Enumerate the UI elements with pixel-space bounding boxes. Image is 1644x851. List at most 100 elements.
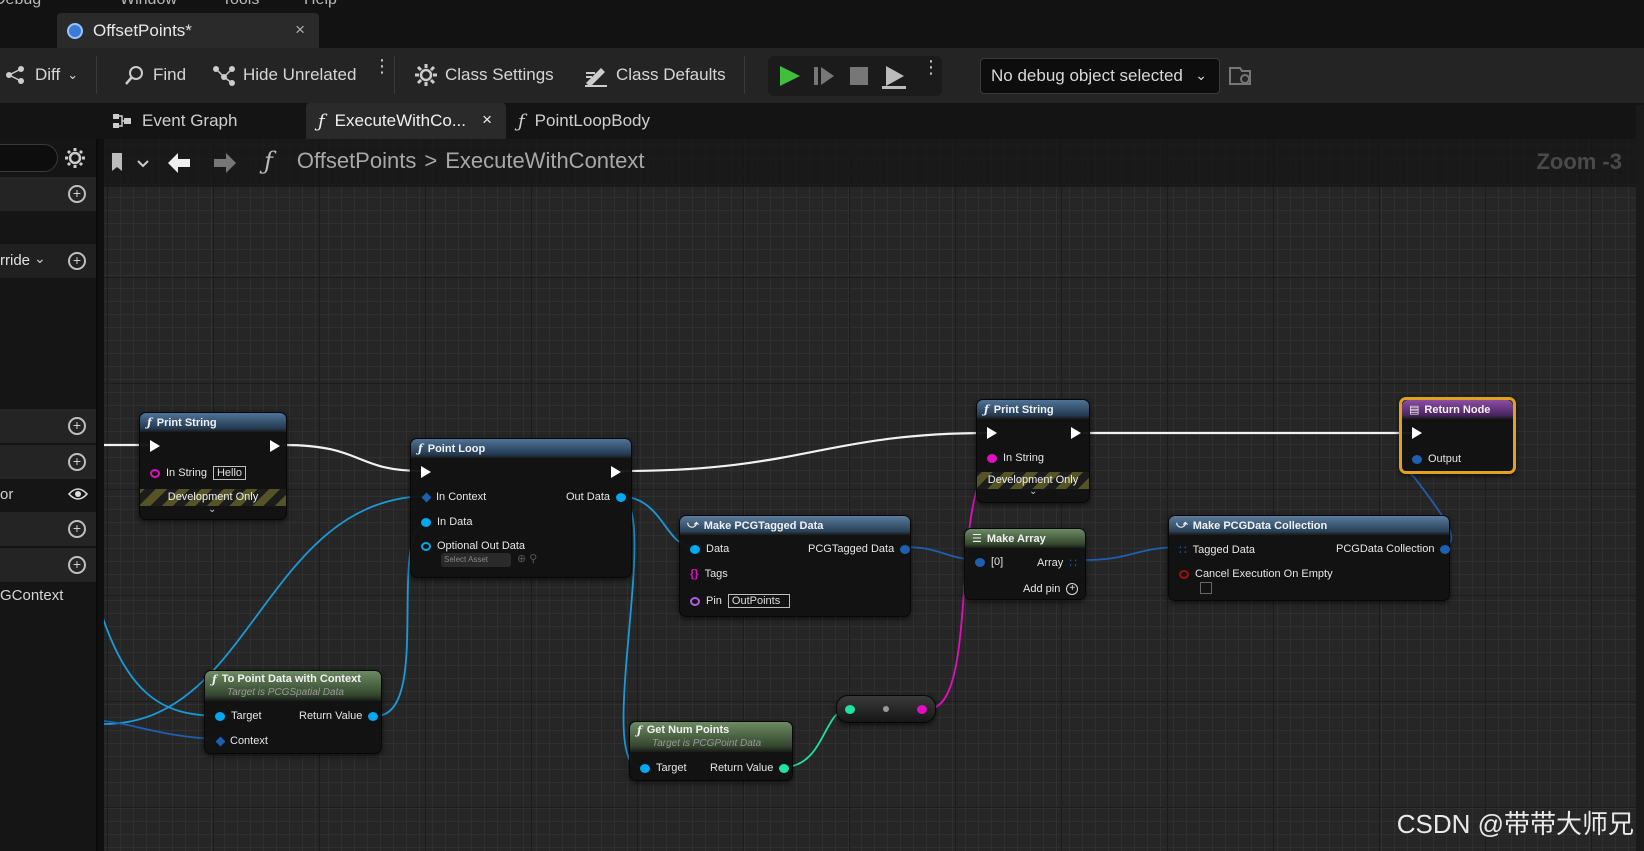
local-variable-label[interactable]: GContext	[0, 587, 63, 604]
asset-action-icons[interactable]: ⊕ ⚲	[517, 552, 537, 565]
chevron-down-icon[interactable]: ⌄	[208, 504, 216, 515]
select-asset-dropdown[interactable]: Select Asset	[441, 553, 511, 567]
section-local-variables[interactable]: +	[0, 548, 96, 582]
graph-canvas[interactable]: ƒ OffsetPoints > ExecuteWithContext Zoom…	[104, 139, 1636, 851]
tagged-data-pin[interactable]: ∷ Tagged Data	[1179, 543, 1255, 557]
cancel-execution-pin[interactable]: Cancel Execution On Empty	[1179, 568, 1333, 580]
gear-icon[interactable]	[64, 147, 86, 169]
in-string-pin[interactable]: In String	[987, 452, 1044, 464]
output-pin[interactable]: Output	[1412, 453, 1461, 465]
add-icon[interactable]: +	[68, 185, 86, 203]
exec-in-pin[interactable]	[987, 427, 997, 439]
step-icon[interactable]	[812, 64, 836, 88]
tab-execute-with-context[interactable]: ƒ ExecuteWithCo... ×	[306, 103, 506, 139]
toolbar-divider	[96, 56, 97, 94]
section-variables[interactable]: +	[0, 445, 96, 479]
section-macros[interactable]: +	[0, 409, 96, 443]
section-functions[interactable]: rride ⌄ +	[0, 244, 96, 278]
node-make-array[interactable]: ☰ Make Array [0] Array ∷ Add pin +	[964, 528, 1086, 600]
debug-filter-icon[interactable]	[1228, 64, 1254, 88]
pin-label: [0]	[991, 556, 1004, 568]
in-string-pin[interactable]: In String Hello	[150, 466, 247, 480]
more-options-icon[interactable]: ⋮	[373, 57, 391, 75]
exec-in-pin[interactable]	[421, 466, 431, 478]
return-value-pin[interactable]: Return Value	[299, 710, 379, 722]
target-pin[interactable]: Target	[215, 710, 262, 722]
find-button[interactable]: Find	[124, 60, 186, 90]
panel-search-input[interactable]	[0, 144, 58, 172]
class-settings-button[interactable]: Class Settings	[414, 60, 554, 90]
debug-object-select[interactable]: No debug object selected ⌄	[980, 58, 1220, 94]
in-data-pin[interactable]: In Data	[421, 516, 472, 528]
menu-window[interactable]: Window	[120, 0, 177, 9]
simulate-icon[interactable]	[880, 62, 908, 90]
exec-in-pin[interactable]	[1412, 427, 1422, 439]
tab-event-graph[interactable]: Event Graph	[100, 103, 300, 139]
add-pin-button[interactable]: Add pin +	[1023, 583, 1079, 595]
variable-row[interactable]: or	[0, 480, 96, 510]
data-pin[interactable]: Data	[690, 543, 729, 555]
add-icon[interactable]: +	[68, 520, 86, 538]
menu-debug[interactable]: Debug	[0, 0, 41, 9]
add-icon[interactable]: +	[68, 453, 86, 471]
return-value-pin[interactable]: Return Value	[710, 762, 790, 774]
node-make-pcg-tagged-data[interactable]: ⤻ Make PCGTagged Data Data {} Tags Pin OutP…	[679, 515, 911, 617]
pcg-data-collection-pin[interactable]: PCGData Collection	[1336, 543, 1451, 555]
section-event-dispatchers[interactable]: +	[0, 512, 96, 546]
array-out-pin[interactable]: Array ∷	[1037, 556, 1077, 570]
node-get-num-points[interactable]: ƒ Get Num Points Target is PCGPoint Data …	[629, 721, 793, 781]
document-tab[interactable]: OffsetPoints* ×	[57, 13, 319, 48]
close-tab-button[interactable]: ×	[295, 20, 305, 40]
pcg-tagged-data-pin[interactable]: PCGTagged Data	[808, 543, 911, 555]
add-icon[interactable]: +	[68, 417, 86, 435]
document-title: OffsetPoints*	[93, 20, 192, 40]
target-pin[interactable]: Target	[640, 762, 687, 774]
class-defaults-button[interactable]: Class Defaults	[583, 60, 726, 90]
in-context-pin[interactable]: In Context	[421, 491, 487, 503]
node-print-string-2[interactable]: ƒ Print String In String Development Only…	[976, 399, 1090, 503]
tab-label: Event Graph	[142, 111, 238, 130]
tab-point-loop-body[interactable]: ƒ PointLoopBody	[506, 103, 706, 139]
menu-help[interactable]: Help	[304, 0, 337, 9]
hide-unrelated-button[interactable]: Hide Unrelated	[212, 60, 356, 90]
close-tab-button[interactable]: ×	[482, 110, 492, 130]
node-title: Print String	[993, 403, 1054, 416]
node-int-to-string-conversion[interactable]	[836, 695, 936, 723]
cancel-execution-checkbox[interactable]	[1200, 582, 1212, 594]
context-pin[interactable]: Context	[215, 735, 268, 747]
eye-icon[interactable]	[68, 487, 88, 501]
play-icon[interactable]	[776, 64, 802, 88]
node-return[interactable]: ▤ Return Node Output	[1399, 397, 1516, 474]
stop-icon[interactable]	[848, 65, 870, 87]
string-output-pin[interactable]	[917, 705, 927, 714]
diff-button[interactable]: Diff ⌄	[4, 60, 78, 90]
exec-out-pin[interactable]	[1071, 427, 1081, 439]
in-string-value[interactable]: Hello	[212, 466, 247, 480]
out-data-pin[interactable]: Out Data	[566, 491, 627, 503]
section-graphs[interactable]: +	[0, 177, 96, 211]
add-icon[interactable]: +	[68, 252, 86, 270]
exec-out-pin[interactable]	[270, 440, 280, 452]
tags-pin[interactable]: {} Tags	[690, 568, 728, 580]
pin-label: In Context	[436, 491, 487, 503]
exec-in-pin[interactable]	[150, 440, 160, 452]
play-options-icon[interactable]: ⋮	[922, 58, 940, 76]
make-struct-icon: ⤻	[687, 519, 699, 531]
add-icon[interactable]: +	[68, 556, 86, 574]
exec-out-pin[interactable]	[611, 466, 621, 478]
node-to-point-data[interactable]: ƒ To Point Data with Context Target is PC…	[204, 670, 382, 754]
right-scrollbar[interactable]	[1636, 105, 1644, 851]
node-title: Get Num Points	[646, 724, 730, 736]
chevron-down-icon[interactable]: ⌄	[1029, 486, 1037, 497]
optional-out-data-pin[interactable]: Optional Out Data	[421, 540, 525, 552]
node-make-pcg-data-collection[interactable]: ⤻ Make PCGData Collection ∷ Tagged Data Ca…	[1168, 515, 1451, 601]
int-input-pin[interactable]	[845, 705, 855, 714]
node-header: ƒ Print String	[140, 413, 286, 432]
node-point-loop[interactable]: ƒ Point Loop In Context In Data Optional …	[410, 438, 632, 578]
menu-tools[interactable]: Tools	[222, 0, 259, 9]
pin-name-value[interactable]: OutPoints	[727, 594, 790, 608]
pin-label: PCGData Collection	[1336, 543, 1435, 555]
array-element-pin[interactable]: [0]	[975, 556, 1003, 568]
pin-name-pin[interactable]: Pin OutPoints	[690, 594, 790, 608]
node-print-string-1[interactable]: ƒ Print String In String Hello Development…	[139, 412, 287, 520]
